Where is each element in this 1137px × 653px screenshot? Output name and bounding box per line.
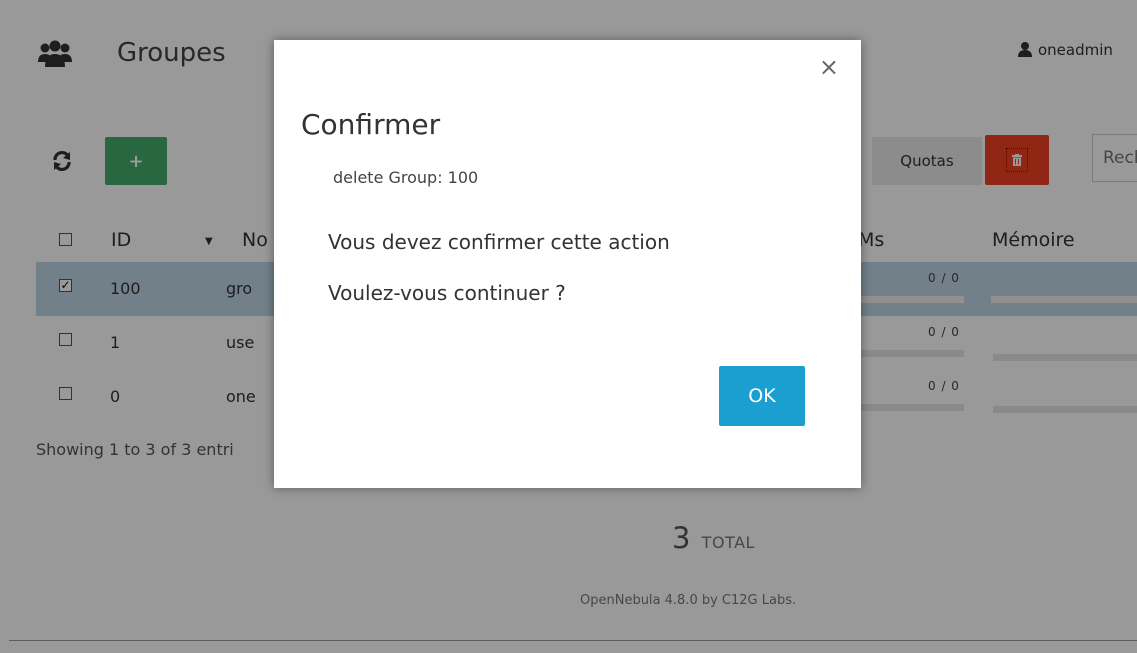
ok-button[interactable]: OK <box>719 366 805 426</box>
close-icon[interactable]: × <box>819 55 839 79</box>
dialog-message: Vous devez confirmer cette action <box>328 230 670 254</box>
dialog-subtitle: delete Group: 100 <box>333 168 479 187</box>
dialog-title: Confirmer <box>301 108 441 141</box>
confirm-dialog: × Confirmer delete Group: 100 Vous devez… <box>274 40 861 488</box>
dialog-question: Voulez-vous continuer ? <box>328 281 566 305</box>
